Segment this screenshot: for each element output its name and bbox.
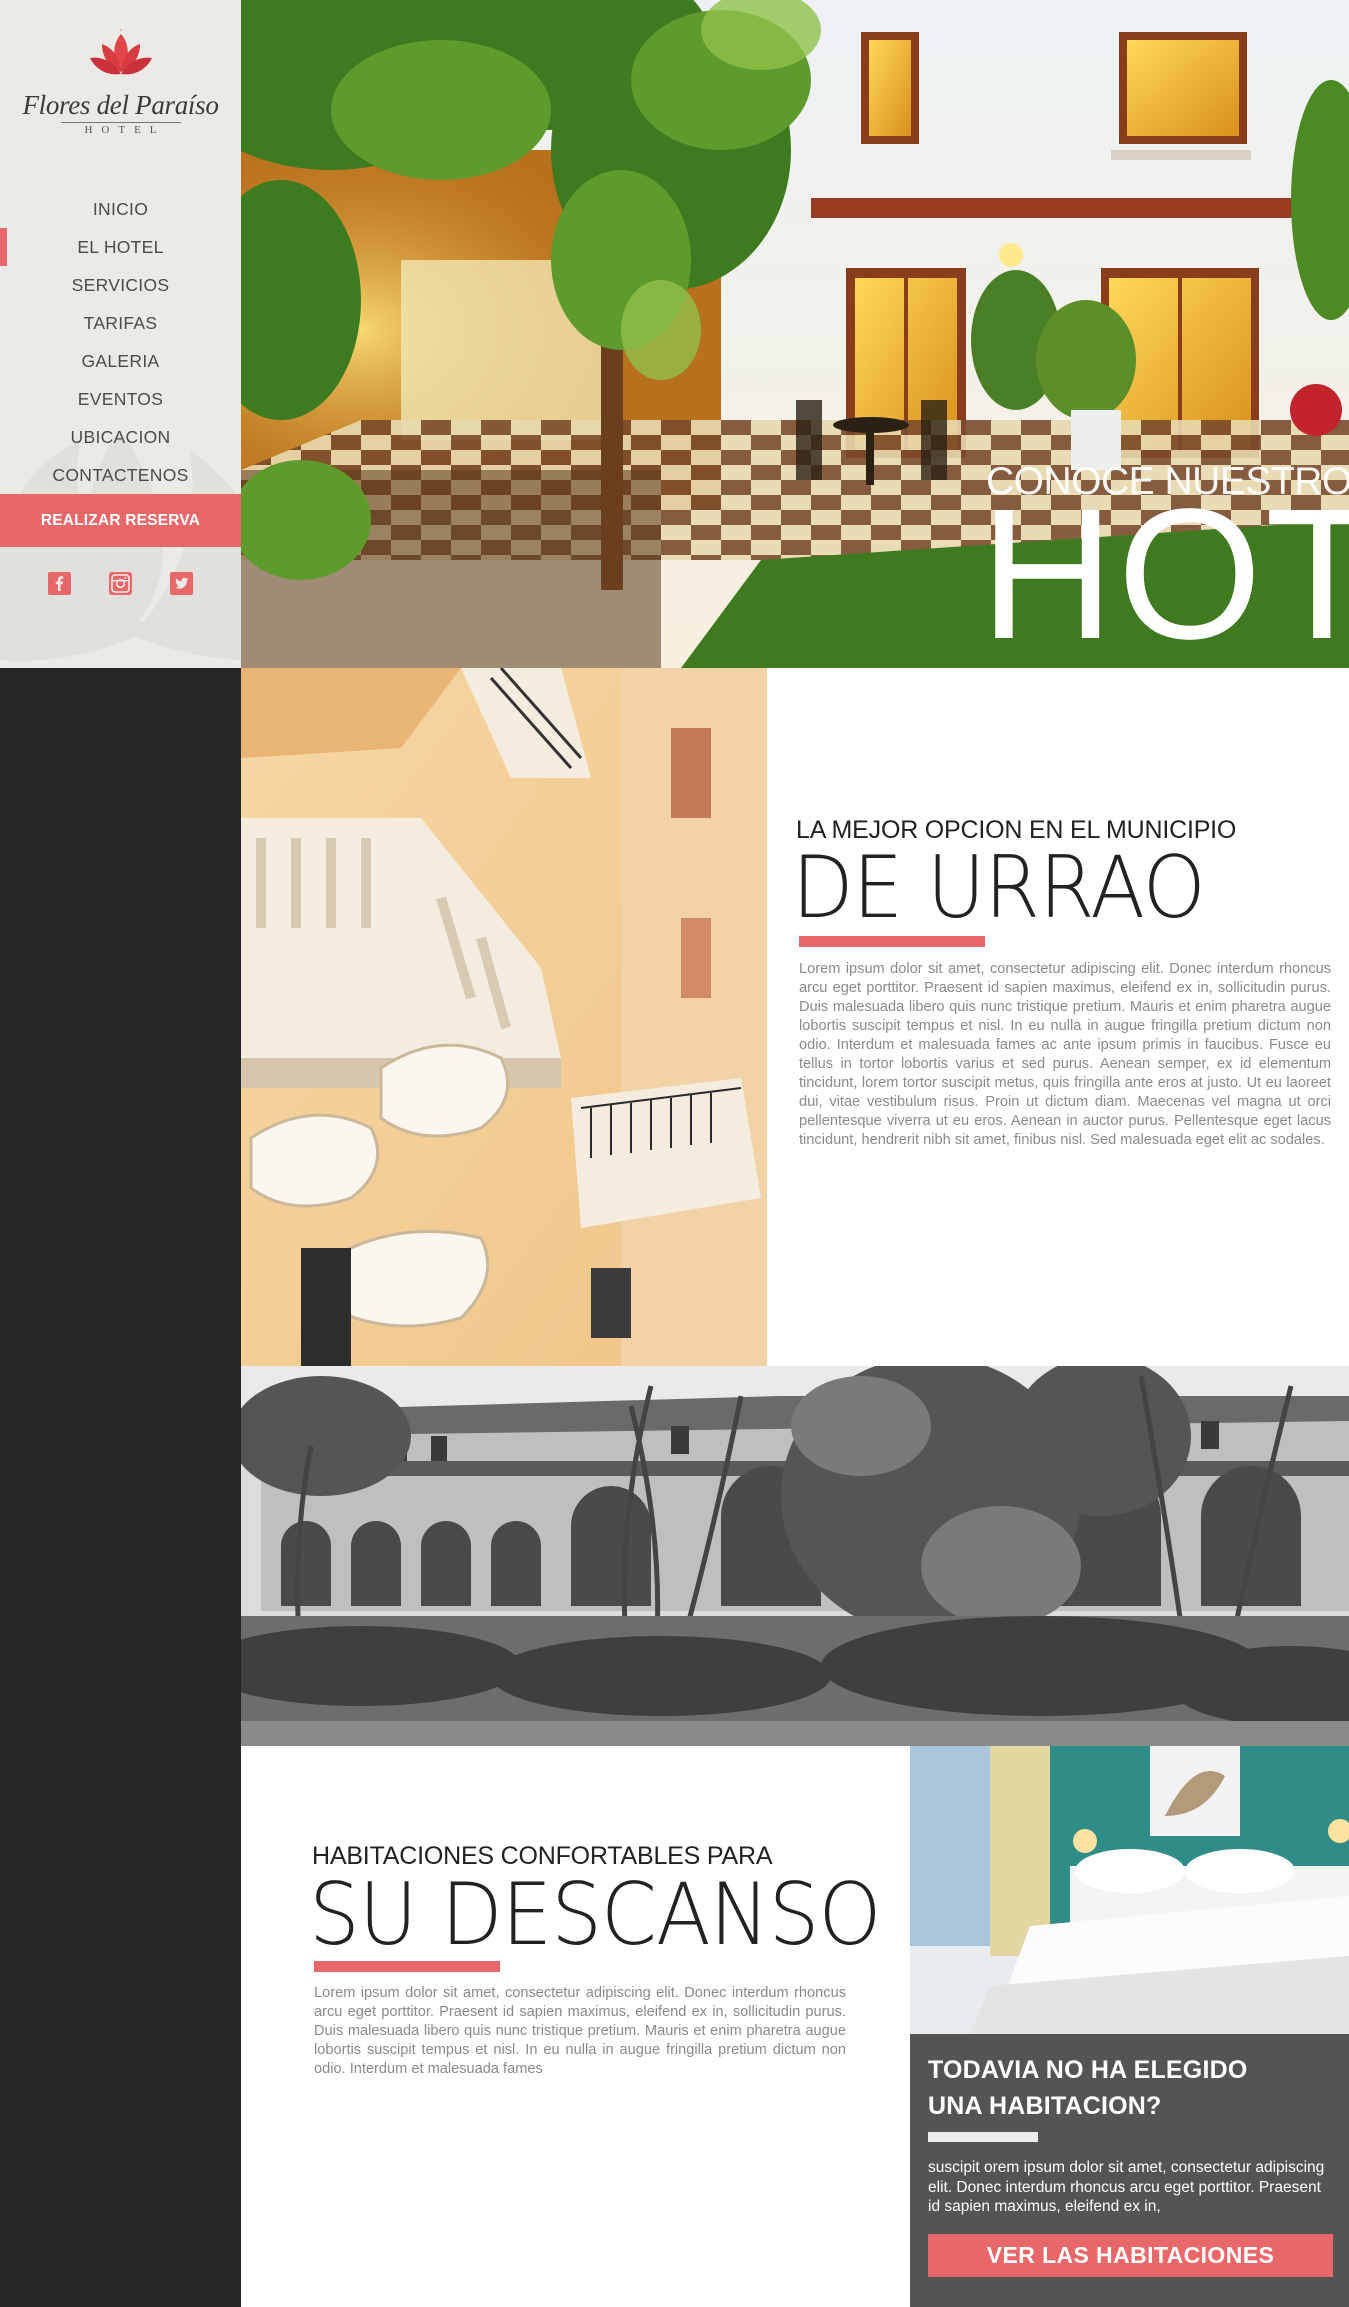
nav-item-tarifas[interactable]: TARIFAS [0, 304, 241, 342]
section-headline: SU DESCANSO [309, 1865, 881, 1965]
cta-text: suscipit orem ipsum dolor sit amet, cons… [928, 2159, 1325, 2215]
nav-item-inicio[interactable]: INICIO [0, 190, 241, 228]
section-headline: DE URRAO [792, 838, 1206, 938]
descanso-section: HABITACIONES CONFORTABLES PARA SU DESCAN… [241, 1746, 910, 2307]
facebook-icon[interactable] [48, 572, 71, 595]
nav-item-galeria[interactable]: GALERIA [0, 342, 241, 380]
cta-divider [928, 2132, 1038, 2142]
room-cta-panel: TODAVIA NO HA ELEGIDO UNA HABITACION? su… [910, 2034, 1349, 2307]
accent-bar [314, 1961, 500, 1972]
cta-title: TODAVIA NO HA ELEGIDO UNA HABITACION? [928, 2052, 1328, 2124]
sidebar: Flores del Paraíso HOTEL INICIO EL HOTEL… [0, 0, 241, 668]
nav-item-eventos[interactable]: EVENTOS [0, 380, 241, 418]
brand-subtitle: HOTEL [84, 124, 166, 136]
section-body: Lorem ipsum dolor sit amet, consectetur … [799, 961, 1331, 1148]
lotus-flower-icon [89, 29, 152, 75]
brand-divider [60, 122, 181, 123]
instagram-icon[interactable] [109, 572, 132, 595]
nav-item-ubicacion[interactable]: UBICACION [0, 418, 241, 456]
nav-item-servicios[interactable]: SERVICIOS [0, 266, 241, 304]
hotel-room-photo [910, 1746, 1349, 2034]
building-facade-photo [241, 668, 767, 1366]
cta-title-line2: UNA HABITACION? [928, 2092, 1162, 2120]
brand-name: Flores del Paraíso [22, 90, 219, 120]
colonial-building-bw-photo [241, 1366, 1349, 1746]
main-nav: INICIO EL HOTEL SERVICIOS TARIFAS GALERI… [0, 190, 241, 494]
nav-item-el-hotel[interactable]: EL HOTEL [0, 228, 241, 266]
cta-title-line1: TODAVIA NO HA ELEGIDO [928, 2056, 1248, 2084]
nav-item-contactenos[interactable]: CONTACTENOS [0, 456, 241, 494]
municipio-section: LA MEJOR OPCION EN EL MUNICIPIO DE URRAO… [767, 668, 1349, 1366]
section-body: Lorem ipsum dolor sit amet, consectetur … [314, 1985, 846, 2077]
accent-bar [799, 936, 985, 947]
view-rooms-button[interactable]: VER LAS HABITACIONES [928, 2234, 1333, 2277]
hero-headline: HOTEL [980, 471, 1349, 668]
twitter-icon[interactable] [170, 572, 193, 595]
hero-banner: CONOCE NUESTRO HOTEL [241, 0, 1349, 668]
social-links [0, 572, 241, 595]
brand-logo[interactable]: Flores del Paraíso HOTEL [0, 28, 241, 136]
reserve-button[interactable]: REALIZAR RESERVA [0, 494, 241, 547]
